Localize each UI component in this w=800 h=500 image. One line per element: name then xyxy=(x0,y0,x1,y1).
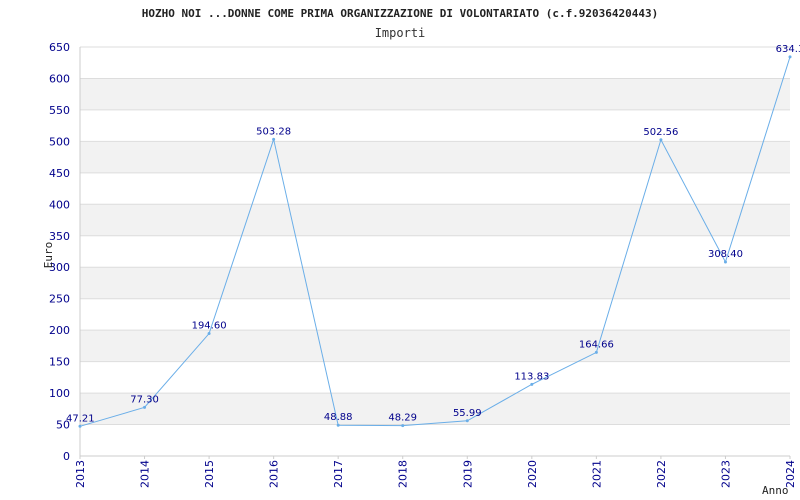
y-tick-label: 600 xyxy=(49,72,70,85)
y-tick-label: 100 xyxy=(49,387,70,400)
data-point xyxy=(530,382,534,386)
data-point xyxy=(788,55,792,59)
chart-subtitle: Importi xyxy=(375,26,426,40)
data-point xyxy=(723,260,727,264)
grid-band xyxy=(80,78,790,110)
grid-band xyxy=(80,267,790,299)
series-polyline xyxy=(79,56,791,427)
grid-band xyxy=(80,204,790,236)
data-label: 308.40 xyxy=(708,249,743,260)
data-label: 503.28 xyxy=(256,126,291,137)
x-tick-label: 2014 xyxy=(139,460,152,488)
y-tick-label: 500 xyxy=(49,135,70,148)
y-tick-label: 450 xyxy=(49,167,70,180)
y-tick-label: 400 xyxy=(49,198,70,211)
data-point xyxy=(465,419,469,423)
data-label: 502.56 xyxy=(643,127,678,138)
y-tick-label: 250 xyxy=(49,293,70,306)
chart-title: HOZHO NOI ...DONNE COME PRIMA ORGANIZZAZ… xyxy=(142,7,659,20)
x-tick-label: 2021 xyxy=(590,460,603,488)
data-point xyxy=(594,350,598,354)
data-label: 48.29 xyxy=(388,413,417,424)
y-tick-label: 0 xyxy=(63,450,70,463)
data-label: 55.99 xyxy=(453,408,482,419)
data-point xyxy=(659,138,663,142)
data-label: 634.3 xyxy=(776,44,800,55)
data-point xyxy=(336,423,340,427)
data-point xyxy=(272,137,276,141)
data-label: 113.83 xyxy=(514,371,549,382)
data-label: 47.21 xyxy=(66,413,95,424)
data-label: 48.88 xyxy=(324,412,353,423)
x-tick-label: 2022 xyxy=(655,460,668,488)
data-label: 77.30 xyxy=(130,394,159,405)
y-axis-label: Euro xyxy=(42,242,55,269)
x-tick-label: 2013 xyxy=(74,460,87,488)
data-point xyxy=(143,405,147,409)
y-tick-label: 200 xyxy=(49,324,70,337)
line-chart: HOZHO NOI ...DONNE COME PRIMA ORGANIZZAZ… xyxy=(42,7,800,497)
grid-band xyxy=(80,393,790,425)
data-point xyxy=(78,424,82,428)
x-tick-label: 2017 xyxy=(332,460,345,488)
data-label: 164.66 xyxy=(579,339,614,350)
x-tick-label: 2019 xyxy=(461,460,474,488)
y-tick-label: 350 xyxy=(49,230,70,243)
y-tick-label: 550 xyxy=(49,104,70,117)
data-label: 194.60 xyxy=(192,321,227,332)
x-tick-label: 2016 xyxy=(268,460,281,488)
grid-bands xyxy=(79,46,790,457)
x-axis-ticks: 2013 2014 2015 2016 2017 2018 2019 2020 2021 2022… xyxy=(74,456,797,488)
x-tick-label: 2018 xyxy=(397,460,410,488)
x-tick-label: 2020 xyxy=(526,460,539,488)
x-axis-label: Anno xyxy=(762,484,789,497)
grid-band xyxy=(80,330,790,362)
y-tick-label: 150 xyxy=(49,356,70,369)
data-point xyxy=(207,332,211,336)
x-tick-label: 2015 xyxy=(203,460,216,488)
x-tick-label: 2023 xyxy=(719,460,732,488)
y-tick-label: 650 xyxy=(49,41,70,54)
series-line xyxy=(78,55,792,428)
data-point xyxy=(401,424,405,428)
grid-band xyxy=(80,141,790,173)
